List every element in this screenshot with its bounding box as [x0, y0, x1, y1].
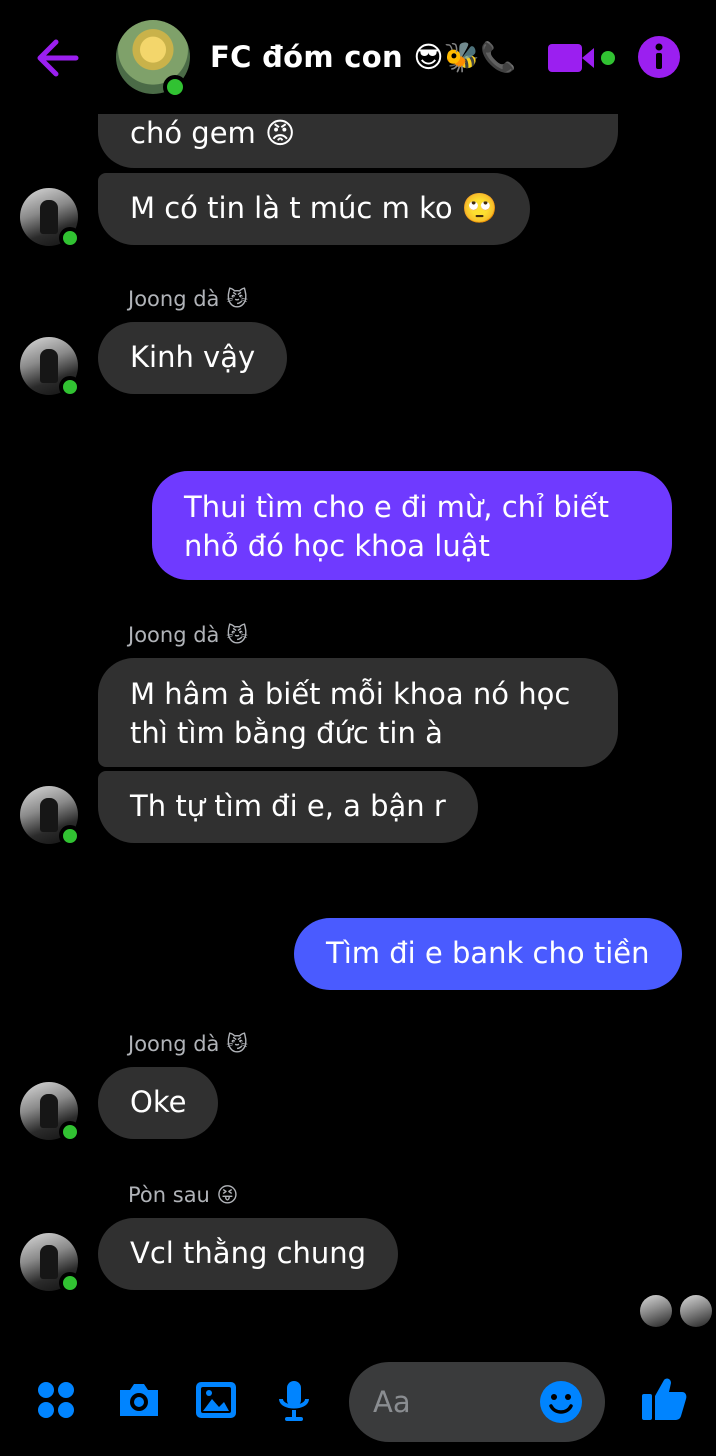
message-text: Vcl thằng chung — [130, 1236, 367, 1270]
message-text: Oke — [130, 1085, 187, 1119]
message-text: Th tự tìm đi e, a bận r — [130, 789, 446, 823]
online-status-dot — [59, 825, 81, 847]
sender-name: Joong dà 😼 — [128, 623, 248, 647]
message-bubble[interactable]: Vcl thằng chung — [98, 1218, 399, 1290]
info-icon[interactable] — [638, 36, 680, 78]
video-camera-icon[interactable] — [548, 42, 618, 74]
image-icon[interactable] — [194, 1380, 238, 1420]
sender-name: Joong dà 😼 — [128, 1032, 248, 1056]
emoji-icon[interactable] — [539, 1380, 583, 1424]
message-text: chó gem 😡 — [130, 116, 296, 150]
read-receipt-avatar — [680, 1295, 712, 1327]
online-status-dot — [59, 227, 81, 249]
message-bubble[interactable]: Oke — [98, 1067, 219, 1139]
microphone-icon[interactable] — [276, 1380, 312, 1422]
sender-name: Joong dà 😼 — [128, 287, 248, 311]
like-icon[interactable] — [640, 1376, 688, 1422]
online-status-dot — [163, 75, 187, 99]
chat-header: FC đóm con 😎🐝📞 — [0, 0, 716, 114]
message-bubble[interactable]: Kinh vậy — [98, 322, 288, 394]
composer-bar — [0, 1356, 716, 1456]
arrow-left-icon[interactable] — [34, 38, 80, 78]
message-text: Tìm đi e bank cho tiền — [326, 936, 650, 970]
message-text: Thui tìm cho e đi mừ, chỉ biết nhỏ đó họ… — [184, 490, 610, 563]
message-text: M hâm à biết mỗi khoa nó học thì tìm bằn… — [130, 677, 571, 750]
message-bubble[interactable]: M có tin là t múc m ko 🙄 — [98, 173, 530, 245]
message-text: M có tin là t múc m ko 🙄 — [130, 191, 498, 225]
online-status-dot — [59, 376, 81, 398]
message-input-field[interactable] — [349, 1362, 605, 1442]
message-bubble[interactable]: Th tự tìm đi e, a bận r — [98, 771, 478, 843]
message-text: Kinh vậy — [130, 340, 256, 374]
online-status-dot — [59, 1272, 81, 1294]
menu-dots-icon[interactable] — [36, 1380, 76, 1420]
message-bubble[interactable]: M hâm à biết mỗi khoa nó học thì tìm bằn… — [98, 658, 618, 767]
conversation-title[interactable]: FC đóm con 😎🐝📞 — [210, 40, 517, 75]
sent-message-bubble[interactable]: Tìm đi e bank cho tiền — [294, 918, 682, 990]
sent-message-bubble[interactable]: Thui tìm cho e đi mừ, chỉ biết nhỏ đó họ… — [152, 471, 672, 580]
read-receipt-avatar — [640, 1295, 672, 1327]
sender-name: Pòn sau 😝 — [128, 1183, 239, 1207]
message-input[interactable] — [373, 1380, 533, 1424]
camera-icon[interactable] — [116, 1380, 162, 1420]
online-status-dot — [59, 1121, 81, 1143]
